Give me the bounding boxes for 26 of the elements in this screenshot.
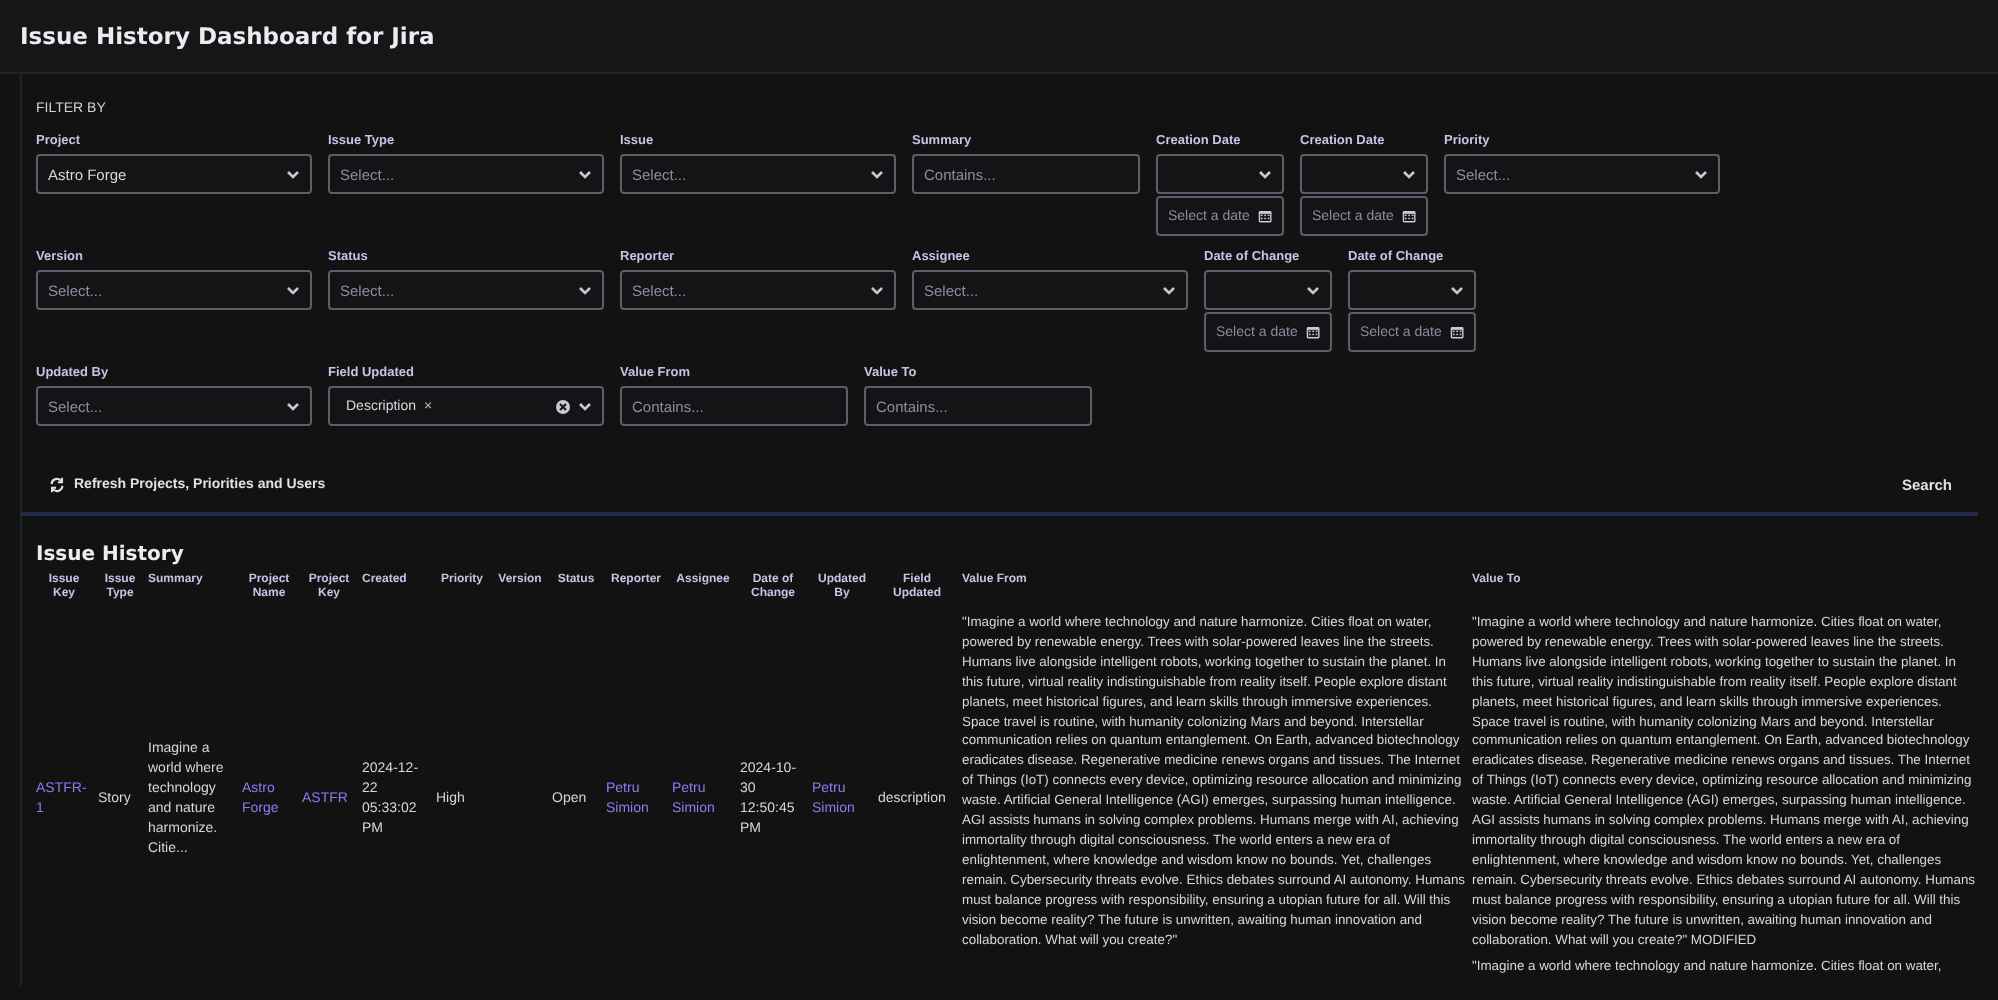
chevron-down-icon — [1162, 285, 1176, 295]
chevron-down-icon — [1402, 169, 1416, 179]
select-field[interactable] — [1300, 154, 1428, 194]
window-title: Issue History Dashboard for Jira — [20, 22, 435, 50]
chevron-down-icon — [1694, 169, 1708, 179]
chevron-down-icon — [870, 285, 884, 295]
select-field[interactable] — [1156, 154, 1284, 194]
chevron-down-icon — [578, 401, 592, 411]
chevron-down-icon — [1450, 285, 1464, 295]
chevron-down-icon — [286, 401, 300, 411]
section-title: Issue History — [36, 544, 186, 566]
clear-icon[interactable] — [556, 399, 570, 413]
chevron-down-icon — [286, 169, 300, 179]
chevron-down-icon — [1306, 285, 1320, 295]
select-field[interactable] — [1348, 270, 1476, 310]
calendar-icon[interactable] — [1257, 206, 1272, 226]
chevron-down-icon — [578, 285, 592, 295]
chevron-down-icon — [578, 169, 592, 179]
calendar-icon[interactable] — [1401, 206, 1416, 226]
calendar-icon[interactable] — [1449, 322, 1464, 342]
select-field[interactable] — [1204, 270, 1332, 310]
calendar-icon[interactable] — [1305, 322, 1320, 342]
chevron-down-icon — [870, 169, 884, 179]
chevron-down-icon — [1258, 169, 1272, 179]
refresh-icon — [48, 476, 66, 494]
chevron-down-icon — [286, 285, 300, 295]
